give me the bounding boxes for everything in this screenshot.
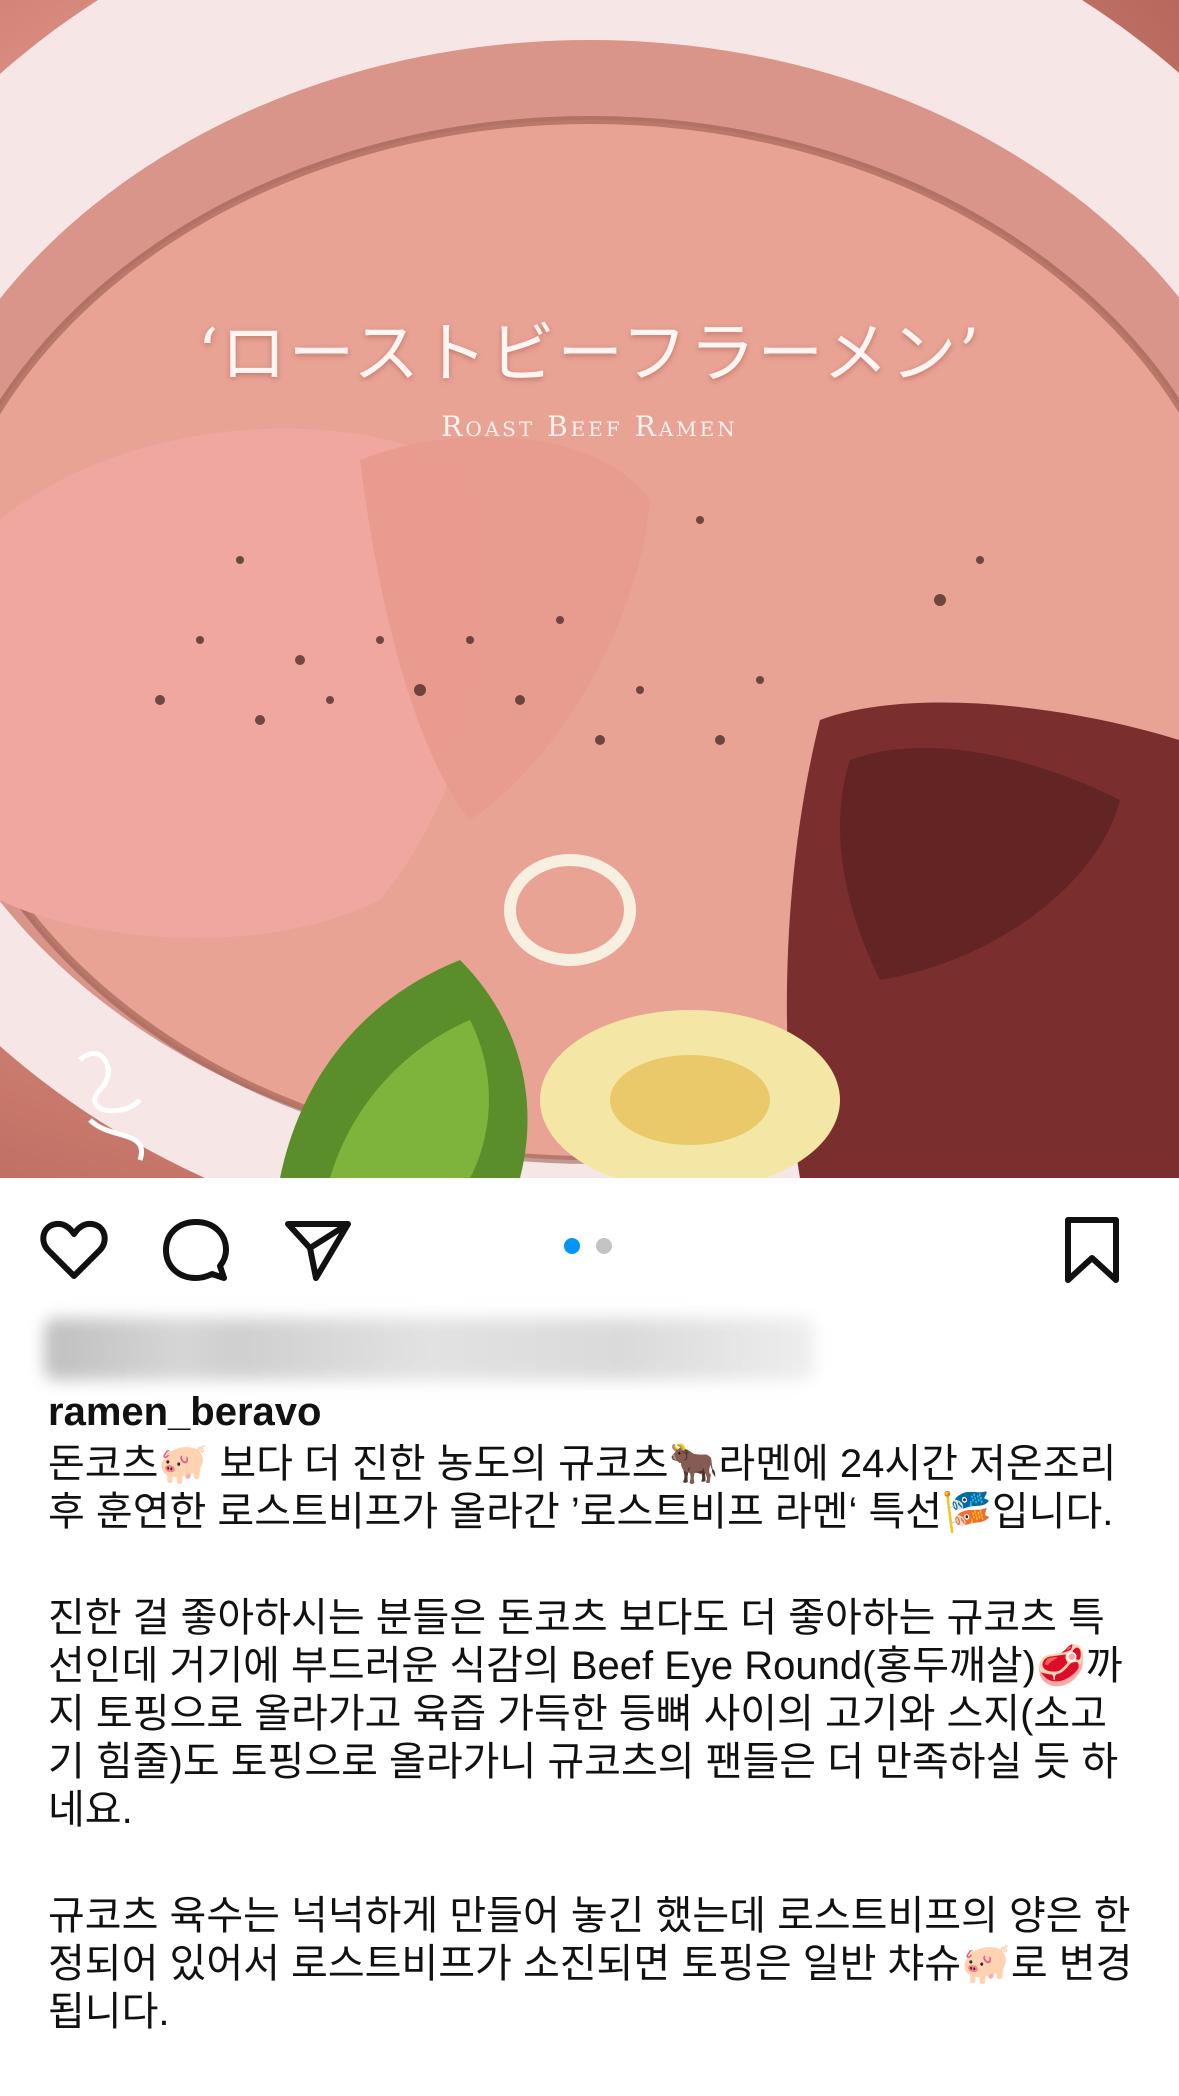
blurred-likes-text — [44, 1318, 814, 1380]
caption-paragraph: 돈코츠🐖 보다 더 진한 농도의 규코츠🐂라멘에 24시간 저온조리 후 훈연한… — [48, 1442, 1128, 1534]
carousel-indicator — [564, 1238, 624, 1258]
bookmark-icon[interactable] — [1056, 1214, 1128, 1286]
carousel-dot-active — [564, 1238, 580, 1254]
comment-bubble-icon[interactable] — [160, 1214, 232, 1286]
caption-paragraph: 규코츠 육수는 넉넉하게 만들어 놓긴 했는데 로스트비프의 양은 한정되어 있… — [48, 1894, 1133, 2034]
image-title-text: ‘ローストビーフラーメン’ — [197, 315, 982, 392]
caption-paragraph: 진한 걸 좋아하시는 분들은 돈코츠 보다도 더 좋아하는 규코츠 특선인데 거… — [48, 1596, 1123, 1832]
post-caption: 돈코츠🐖 보다 더 진한 농도의 규코츠🐂라멘에 24시간 저온조리 후 훈연한… — [48, 1440, 1138, 2094]
post-username[interactable]: ramen_beravo — [48, 1390, 321, 1435]
heart-icon[interactable] — [38, 1214, 110, 1286]
ramen-bowl-illustration — [0, 0, 1179, 1178]
image-subtitle-text: Roast Beef Ramen — [441, 410, 738, 443]
carousel-dot — [596, 1238, 612, 1254]
post-image[interactable]: ‘ローストビーフラーメン’ Roast Beef Ramen — [0, 0, 1179, 1178]
paper-plane-icon[interactable] — [282, 1214, 354, 1286]
